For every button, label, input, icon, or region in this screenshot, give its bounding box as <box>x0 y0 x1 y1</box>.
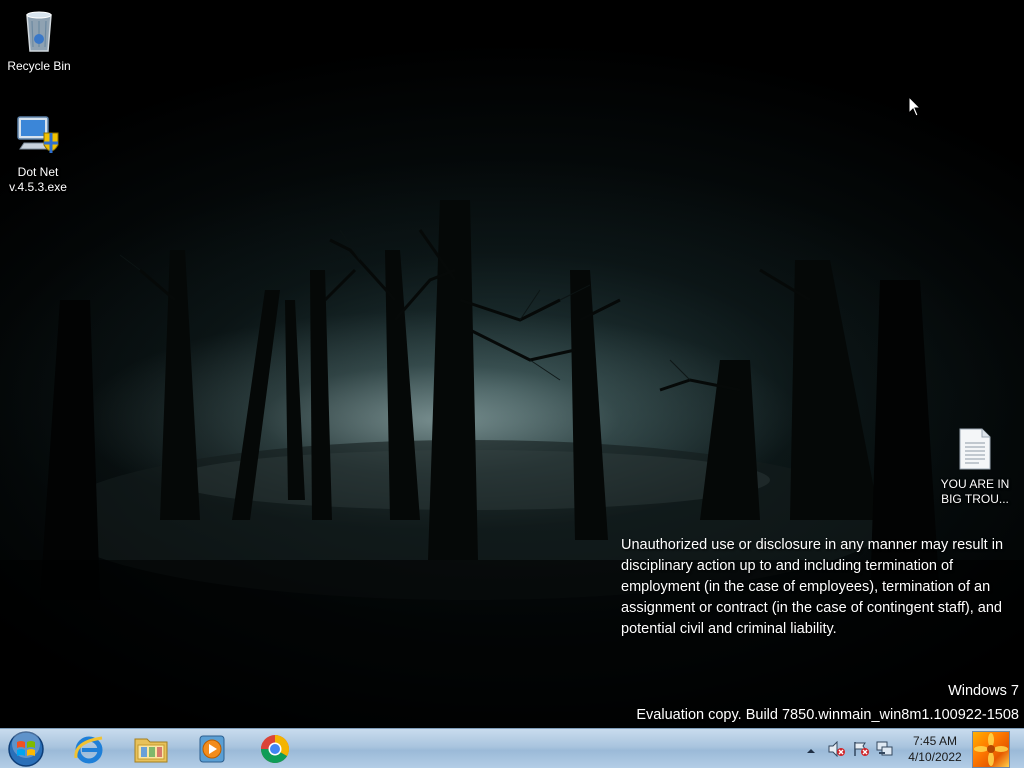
desktop-icon-label-line1: Dot Net <box>17 165 59 179</box>
taskbar-media-player-button[interactable] <box>183 730 241 767</box>
windows-start-icon <box>8 730 44 767</box>
volume-muted-icon[interactable] <box>828 740 846 762</box>
folder-icon <box>134 738 168 762</box>
internet-explorer-icon <box>74 736 103 763</box>
desktop-icon-dotnet-installer[interactable]: Dot Net v.4.5.3.exe <box>0 113 76 195</box>
flower-tile-icon <box>974 733 1008 766</box>
taskbar-windows-explorer-button[interactable] <box>122 730 180 767</box>
installer-icon <box>0 113 76 163</box>
action-center-icon[interactable] <box>852 741 870 762</box>
build-watermark: Evaluation copy. Build 7850.winmain_win8… <box>636 707 1019 723</box>
windows-version-watermark: Windows 7 <box>948 683 1019 699</box>
desktop-icon-recycle-bin[interactable]: Recycle Bin <box>1 7 77 74</box>
desktop-icon-label-line2: BIG TROU... <box>941 492 1009 506</box>
network-icon[interactable] <box>876 741 894 762</box>
chrome-icon <box>261 734 289 763</box>
desktop-icon-label-line1: YOU ARE IN <box>940 477 1010 491</box>
taskbar-internet-explorer-button[interactable] <box>60 730 118 767</box>
media-player-icon <box>199 735 225 762</box>
taskbar: 7:45 AM 4/10/2022 <box>0 728 1024 768</box>
taskbar-chrome-button[interactable] <box>246 730 304 767</box>
desktop-icon-text-file[interactable]: YOU ARE IN BIG TROU... <box>937 427 1013 507</box>
desktop-icon-label-line2: v.4.5.3.exe <box>9 180 67 194</box>
text-file-icon <box>937 427 1013 475</box>
show-hidden-icons-icon[interactable] <box>806 743 816 761</box>
mouse-cursor-icon <box>908 95 922 123</box>
desktop[interactable]: Recycle Bin Dot Net v.4.5.3.exe YOU ARE … <box>0 0 1024 728</box>
recycle-bin-icon <box>1 7 77 57</box>
user-tile-show-desktop-button[interactable] <box>972 731 1010 768</box>
clock-date: 4/10/2022 <box>908 750 962 764</box>
system-clock[interactable]: 7:45 AM 4/10/2022 <box>900 733 970 765</box>
desktop-icon-label: Recycle Bin <box>7 59 71 73</box>
legal-notice-text: Unauthorized use or disclosure in any ma… <box>621 537 1004 637</box>
start-button[interactable] <box>6 730 46 768</box>
clock-time: 7:45 AM <box>912 734 958 748</box>
